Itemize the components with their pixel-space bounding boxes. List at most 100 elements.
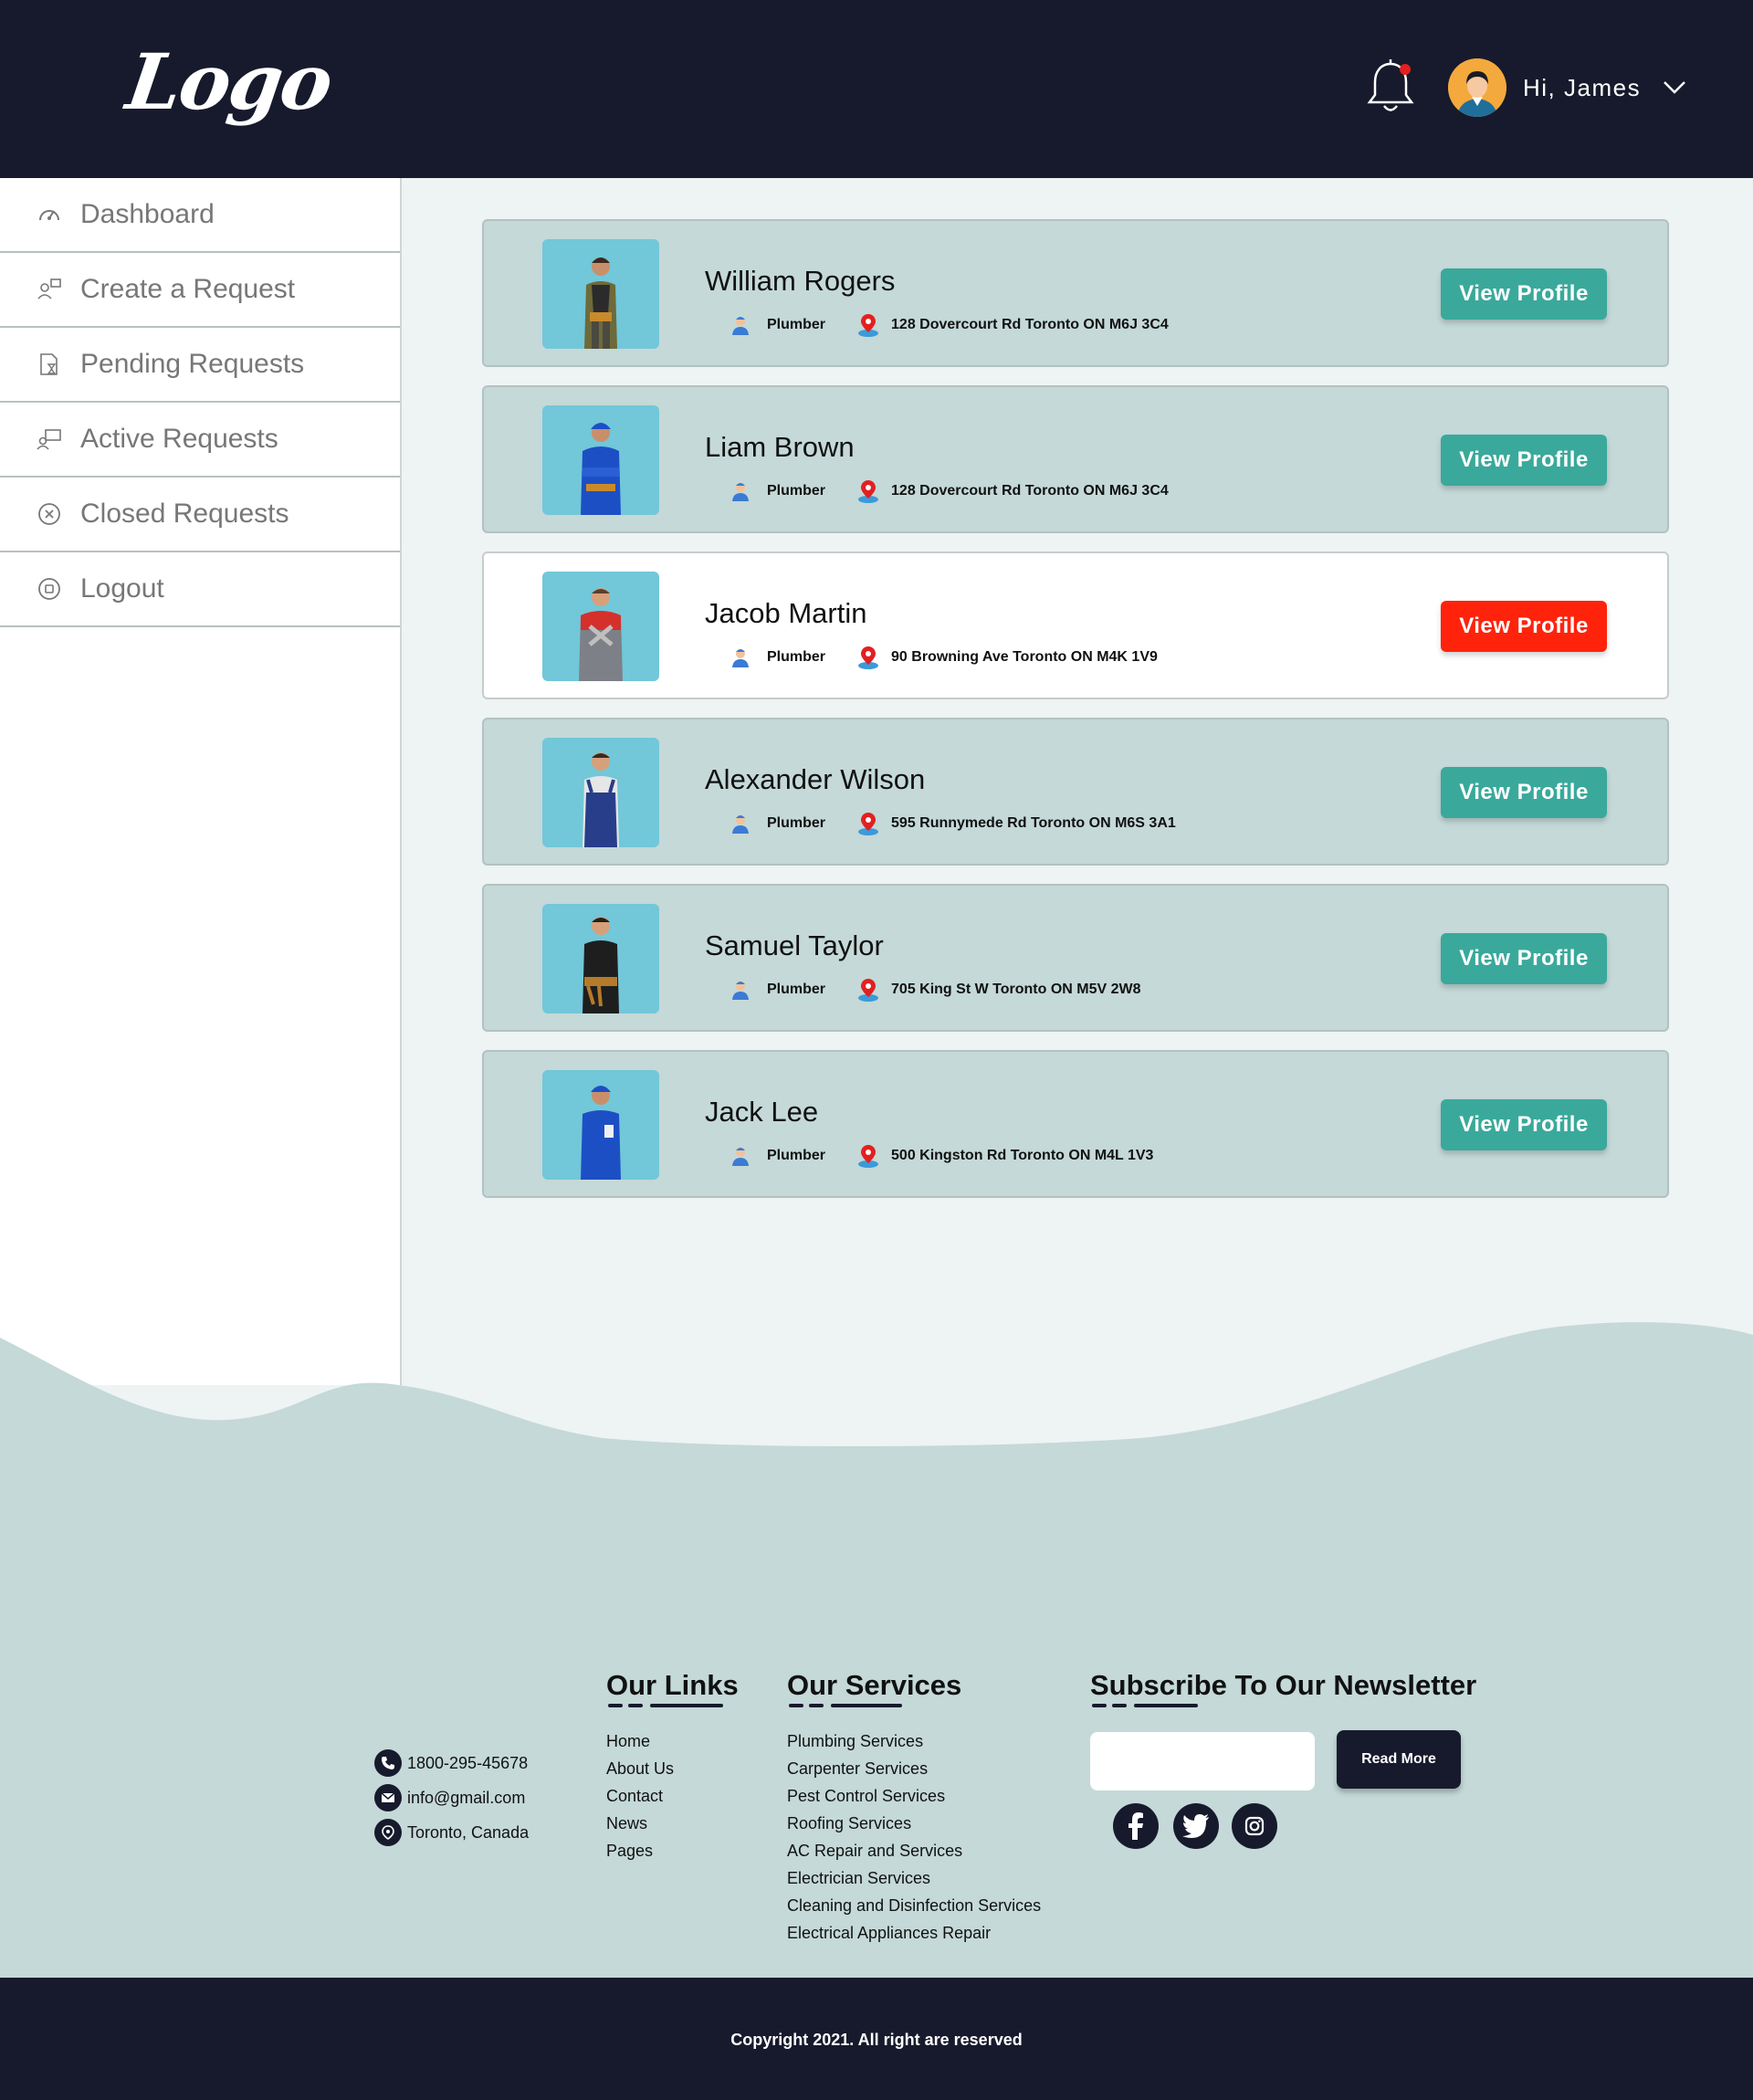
provider-card: William Rogers Plumber 128 Dovercourt Rd… [482,219,1669,367]
footer-service-item[interactable]: Plumbing Services [787,1727,1041,1755]
location-pin-icon [858,1145,879,1168]
provider-role: Plumber [767,815,826,831]
footer-link-pages[interactable]: Pages [606,1837,739,1864]
view-profile-button[interactable]: View Profile [1441,268,1607,320]
footer-link-about[interactable]: About Us [606,1755,739,1782]
newsletter-email-input[interactable] [1090,1732,1315,1790]
phone-icon [374,1749,402,1777]
mail-icon [374,1784,402,1811]
worker-icon [732,815,749,834]
footer-service-item[interactable]: AC Repair and Services [787,1837,1041,1864]
worker-icon [732,483,749,501]
view-profile-button[interactable]: View Profile [1441,767,1607,818]
provider-photo[interactable] [542,904,659,1013]
instagram-icon[interactable] [1232,1803,1277,1849]
provider-name[interactable]: William Rogers [705,265,895,298]
logo[interactable]: Logo [121,37,337,127]
sidebar-item-create-request[interactable]: Create a Request [0,253,400,328]
footer-service-item[interactable]: Cleaning and Disinfection Services [787,1892,1041,1919]
phone-number: 1800-295-45678 [407,1753,529,1772]
sidebar-item-closed-requests[interactable]: Closed Requests [0,478,400,552]
footer-services-title: Our Services [787,1669,962,1701]
view-profile-button[interactable]: View Profile [1441,435,1607,486]
contact-phone[interactable]: 1800-295-45678 [374,1746,529,1780]
top-header: Logo Hi, James [0,0,1753,178]
location-icon [374,1819,402,1846]
provider-name[interactable]: Alexander Wilson [705,763,925,796]
close-circle-icon [38,503,60,525]
footer-link-contact[interactable]: Contact [606,1782,739,1810]
logout-icon [38,578,60,600]
sidebar-item-dashboard[interactable]: Dashboard [0,178,400,253]
view-profile-button[interactable]: View Profile [1441,933,1607,984]
footer-newsletter: Subscribe To Our Newsletter [1090,1669,1476,1711]
provider-name[interactable]: Jack Lee [705,1096,818,1129]
notification-dot [1400,64,1411,75]
provider-address: 595 Runnymede Rd Toronto ON M6S 3A1 [891,815,1176,831]
worker-icon [732,649,749,667]
sidebar-item-pending-requests[interactable]: Pending Requests [0,328,400,403]
chevron-down-icon[interactable] [1663,80,1686,95]
sidebar-item-label: Closed Requests [80,499,289,529]
user-menu[interactable]: Hi, James [1448,58,1686,117]
view-profile-button[interactable]: View Profile [1441,601,1607,652]
footer-service-item[interactable]: Carpenter Services [787,1755,1041,1782]
provider-meta: Plumber 90 Browning Ave Toronto ON M4K 1… [730,645,1158,670]
footer-links: Our Links Home About Us Contact News Pag… [606,1669,739,1864]
provider-name[interactable]: Samuel Taylor [705,929,884,962]
provider-address: 90 Browning Ave Toronto ON M4K 1V9 [891,649,1158,665]
footer-service-item[interactable]: Pest Control Services [787,1782,1041,1810]
contact-email[interactable]: info@gmail.com [374,1780,529,1815]
twitter-icon[interactable] [1173,1803,1219,1849]
read-more-button[interactable]: Read More [1337,1730,1461,1789]
provider-photo[interactable] [542,239,659,349]
gauge-icon [39,210,59,221]
provider-meta: Plumber 128 Dovercourt Rd Toronto ON M6J… [730,312,1169,338]
provider-photo[interactable] [542,738,659,847]
location-pin-icon [858,480,879,503]
provider-role: Plumber [767,649,826,665]
footer-service-item[interactable]: Electrical Appliances Repair [787,1919,1041,1947]
provider-meta: Plumber 705 King St W Toronto ON M5V 2W8 [730,977,1141,1003]
worker-icon [732,317,749,335]
footer-contact: 1800-295-45678 info@gmail.com Toronto, C… [374,1746,529,1850]
bell-icon[interactable] [1365,57,1416,117]
create-request-icon [37,278,61,299]
footer-services: Our Services Plumbing Services Carpenter… [787,1669,1041,1947]
sidebar-item-active-requests[interactable]: Active Requests [0,403,400,478]
provider-card: Samuel Taylor Plumber 705 King St W Toro… [482,884,1669,1032]
sidebar: Dashboard Create a Request Pending Reque… [0,178,402,1385]
user-greeting[interactable]: Hi, James [1523,74,1641,102]
footer-link-home[interactable]: Home [606,1727,739,1755]
sidebar-item-label: Pending Requests [80,349,305,379]
facebook-icon[interactable] [1113,1803,1159,1849]
provider-name[interactable]: Liam Brown [705,431,855,464]
provider-photo[interactable] [542,405,659,515]
footer-bottom-bar: Copyright 2021. All right are reserved [0,1978,1753,2100]
provider-role: Plumber [767,317,826,332]
pending-icon [40,353,58,375]
contact-location: Toronto, Canada [374,1815,529,1850]
title-underline [787,1704,1041,1711]
sidebar-item-label: Dashboard [80,199,215,229]
location-pin-icon [858,314,879,337]
view-profile-button[interactable]: View Profile [1441,1099,1607,1150]
provider-address: 128 Dovercourt Rd Toronto ON M6J 3C4 [891,483,1169,499]
avatar[interactable] [1448,58,1506,117]
copyright-text: Copyright 2021. All right are reserved [730,2031,1023,2049]
provider-photo[interactable] [542,1070,659,1180]
footer-service-item[interactable]: Roofing Services [787,1810,1041,1837]
location-text: Toronto, Canada [407,1822,530,1842]
provider-card: Jack Lee Plumber 500 Kingston Rd Toronto… [482,1050,1669,1198]
worker-icon [732,982,749,1000]
provider-address: 500 Kingston Rd Toronto ON M4L 1V3 [891,1148,1154,1163]
footer-link-news[interactable]: News [606,1810,739,1837]
sidebar-item-label: Logout [80,573,164,604]
provider-photo[interactable] [542,572,659,681]
provider-address: 705 King St W Toronto ON M5V 2W8 [891,982,1141,997]
footer-service-item[interactable]: Electrician Services [787,1864,1041,1892]
provider-name[interactable]: Jacob Martin [705,597,866,630]
worker-icon [732,1148,749,1166]
provider-role: Plumber [767,483,826,499]
sidebar-item-logout[interactable]: Logout [0,552,400,627]
